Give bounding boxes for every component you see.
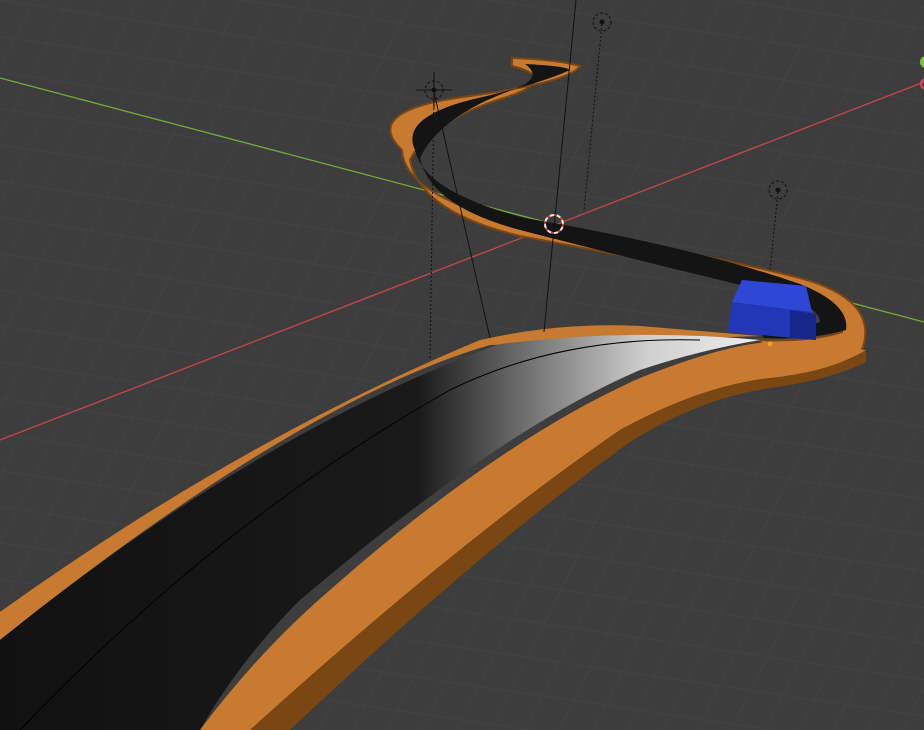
vehicle-object[interactable] — [728, 280, 816, 340]
origin-point — [767, 341, 773, 347]
viewport-canvas[interactable] — [0, 0, 924, 730]
3d-viewport[interactable] — [0, 0, 924, 730]
